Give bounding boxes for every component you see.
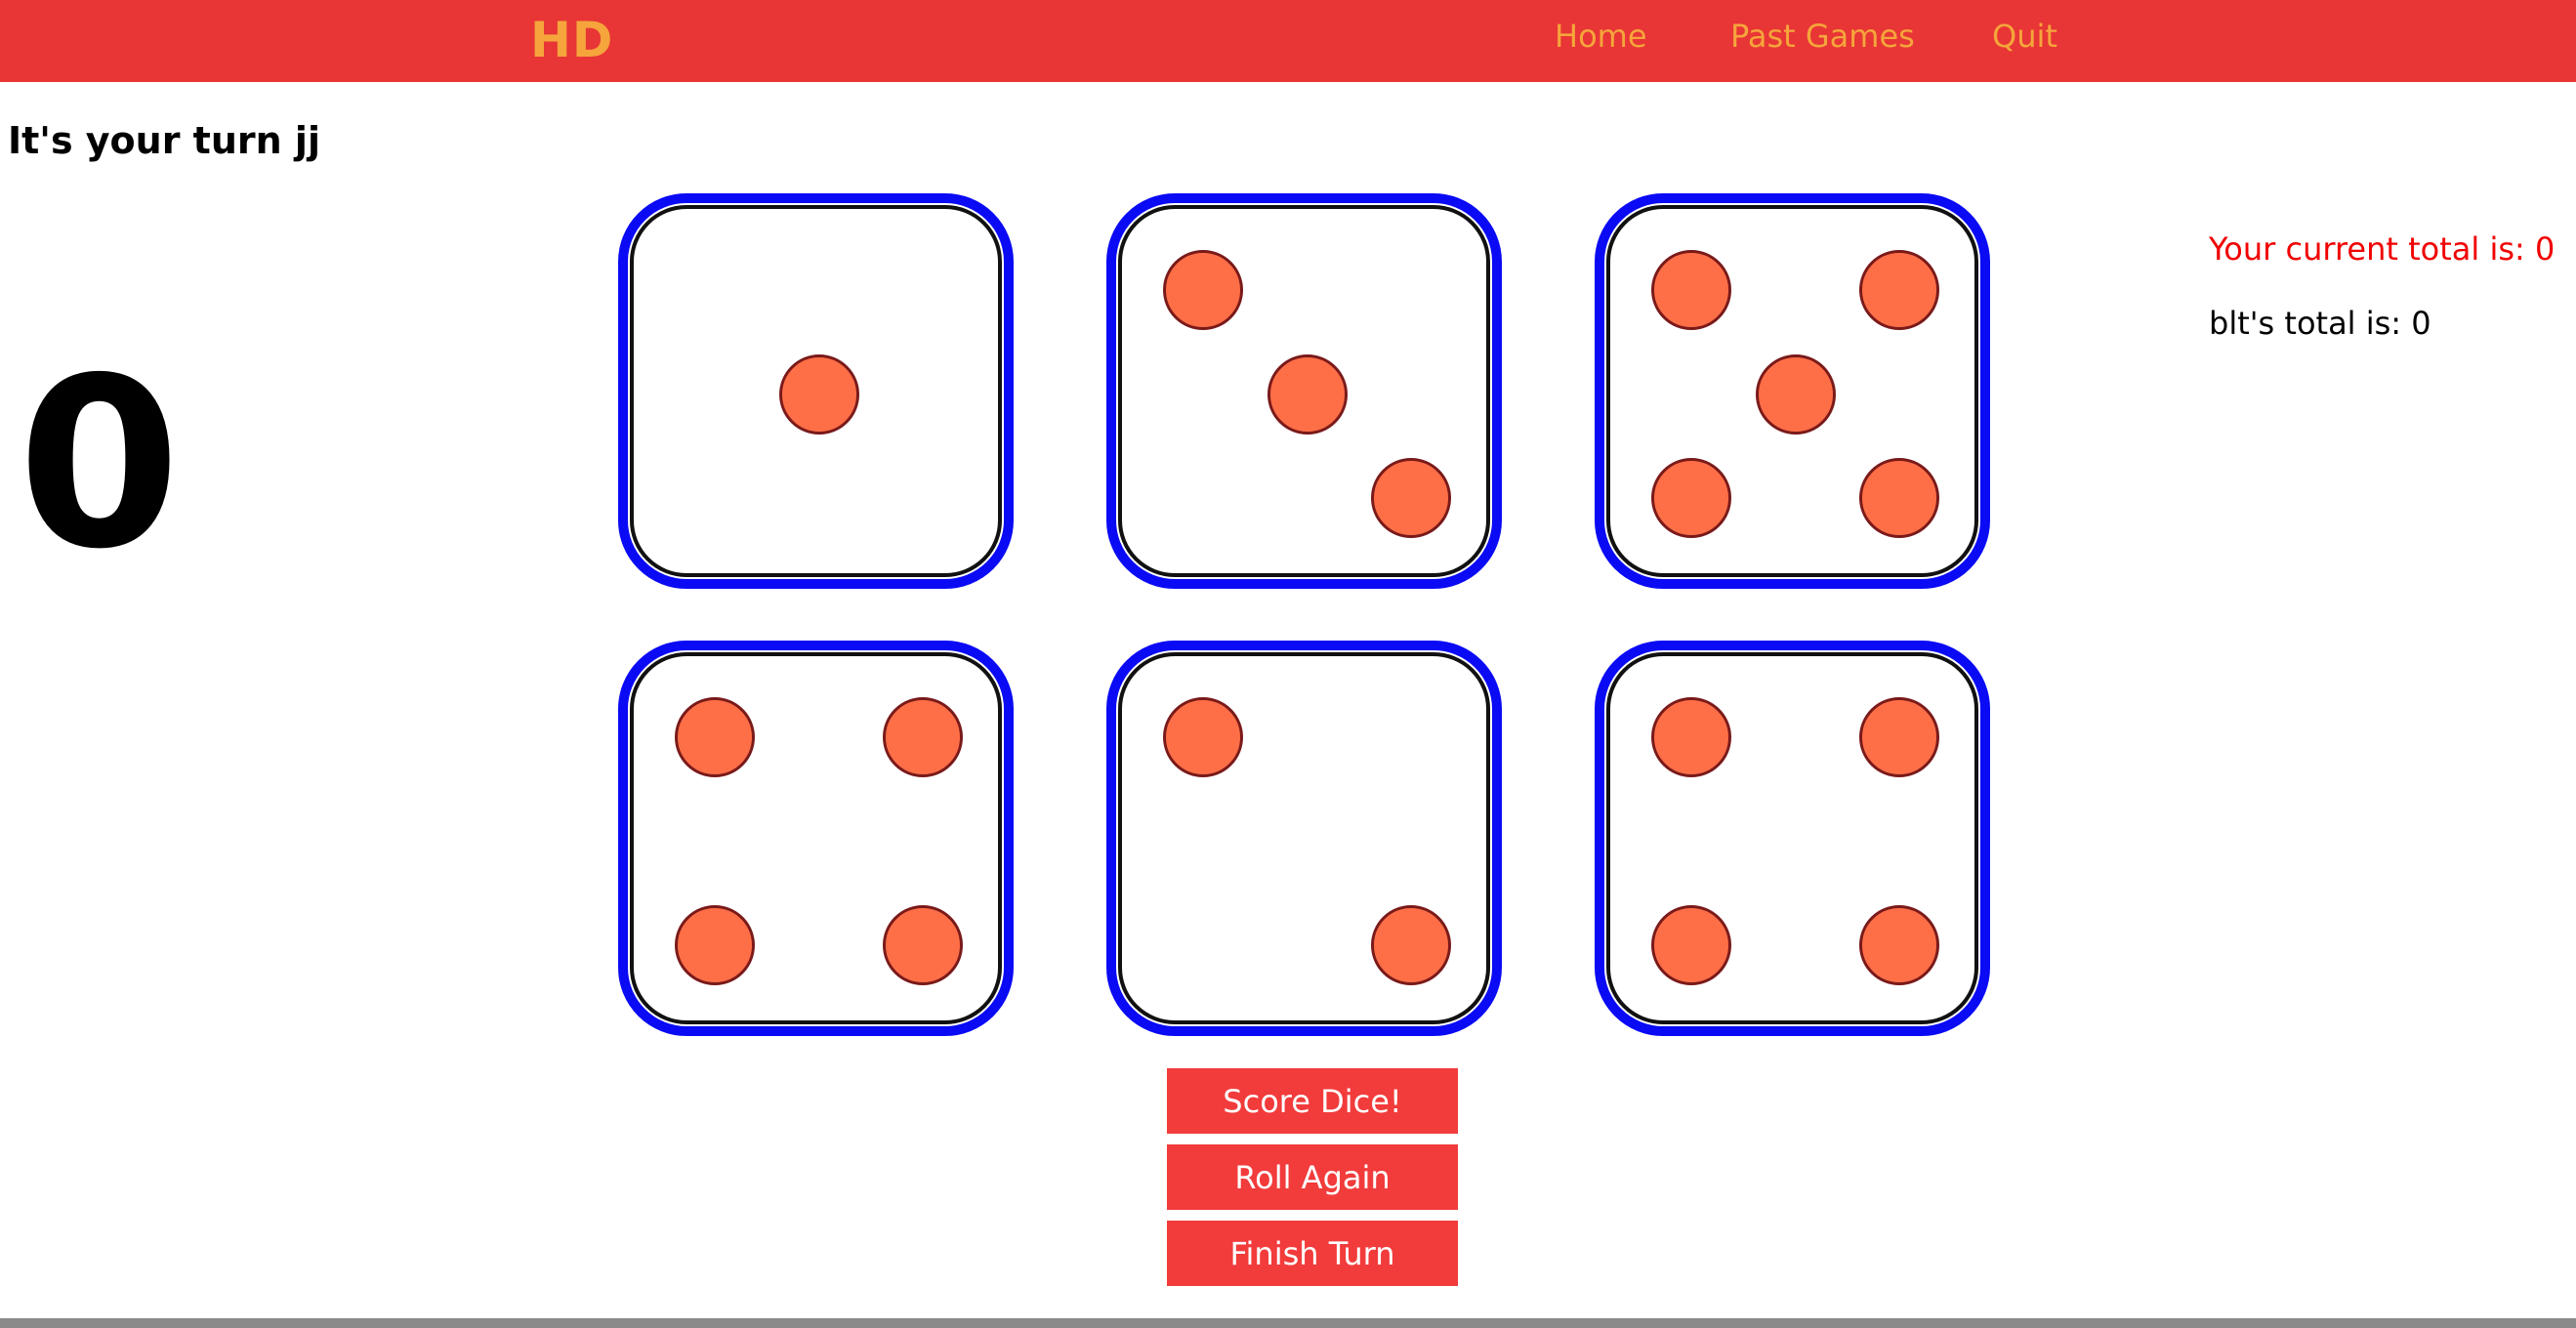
die-5[interactable]: [1106, 641, 1502, 1036]
die-pip: [1163, 697, 1243, 777]
nav-past-games-link[interactable]: Past Games: [1730, 18, 1915, 55]
player-total: Your current total is: 0: [2209, 230, 2555, 268]
die-pip: [1651, 697, 1731, 777]
die-face: [1118, 652, 1490, 1024]
die-pip: [1859, 905, 1939, 985]
die-pip: [1371, 905, 1451, 985]
brand-logo[interactable]: HD: [530, 12, 613, 68]
die-pip: [1859, 250, 1939, 330]
die-pip: [1651, 250, 1731, 330]
die-pip: [675, 697, 755, 777]
die-pip: [1756, 354, 1836, 435]
die-face: [630, 205, 1002, 577]
die-pip: [1651, 458, 1731, 538]
die-pip: [1371, 458, 1451, 538]
die-2[interactable]: [1106, 193, 1502, 589]
turn-score: 0: [18, 327, 181, 601]
die-pip: [883, 905, 963, 985]
die-pip: [1267, 354, 1348, 435]
die-face: [1606, 652, 1978, 1024]
die-pip: [1651, 905, 1731, 985]
die-4[interactable]: [618, 641, 1014, 1036]
die-face: [630, 652, 1002, 1024]
turn-message: It's your turn jj: [8, 119, 320, 162]
die-6[interactable]: [1595, 641, 1990, 1036]
die-face: [1118, 205, 1490, 577]
die-pip: [1859, 697, 1939, 777]
roll-again-button[interactable]: Roll Again: [1167, 1144, 1458, 1210]
finish-turn-button[interactable]: Finish Turn: [1167, 1221, 1458, 1286]
die-pip: [779, 354, 859, 435]
die-1[interactable]: [618, 193, 1014, 589]
die-face: [1606, 205, 1978, 577]
top-navbar: HD Home Past Games Quit: [0, 0, 2576, 82]
die-pip: [1859, 458, 1939, 538]
nav-quit-link[interactable]: Quit: [1992, 18, 2057, 55]
bottom-scrollbar: [0, 1318, 2576, 1328]
opponent-total: blt's total is: 0: [2209, 305, 2431, 342]
score-dice-button[interactable]: Score Dice!: [1167, 1068, 1458, 1134]
nav-home-link[interactable]: Home: [1555, 18, 1647, 55]
die-pip: [675, 905, 755, 985]
die-pip: [1163, 250, 1243, 330]
die-3[interactable]: [1595, 193, 1990, 589]
die-pip: [883, 697, 963, 777]
